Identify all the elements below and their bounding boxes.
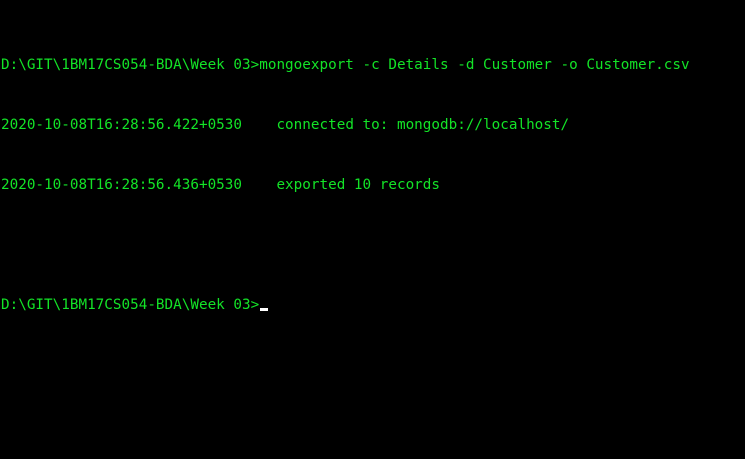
log-timestamp: 2020-10-08T16:28:56.436+0530 [1,177,243,193]
log-message: connected to: mongodb://localhost/ [276,117,570,133]
terminal-output: D:\GIT\1BM17CS054-BDA\Week 03>mongoexpor… [1,15,690,355]
prompt-line[interactable]: D:\GIT\1BM17CS054-BDA\Week 03> [1,295,690,315]
log-message: exported 10 records [276,177,440,193]
prompt-text: D:\GIT\1BM17CS054-BDA\Week 03> [1,297,260,313]
command-text: mongoexport -c Details -d Customer -o Cu… [259,57,690,73]
log-line: 2020-10-08T16:28:56.422+0530 connected t… [1,115,690,135]
prompt-text: D:\GIT\1BM17CS054-BDA\Week 03> [1,57,260,73]
log-line: 2020-10-08T16:28:56.436+0530 exported 10… [1,175,690,195]
log-separator [242,177,276,193]
text-cursor [260,308,269,311]
log-timestamp: 2020-10-08T16:28:56.422+0530 [1,117,243,133]
log-separator [242,117,276,133]
terminal-window[interactable]: D:\GIT\1BM17CS054-BDA\Week 03>mongoexpor… [0,0,745,459]
command-line: D:\GIT\1BM17CS054-BDA\Week 03>mongoexpor… [1,55,690,75]
